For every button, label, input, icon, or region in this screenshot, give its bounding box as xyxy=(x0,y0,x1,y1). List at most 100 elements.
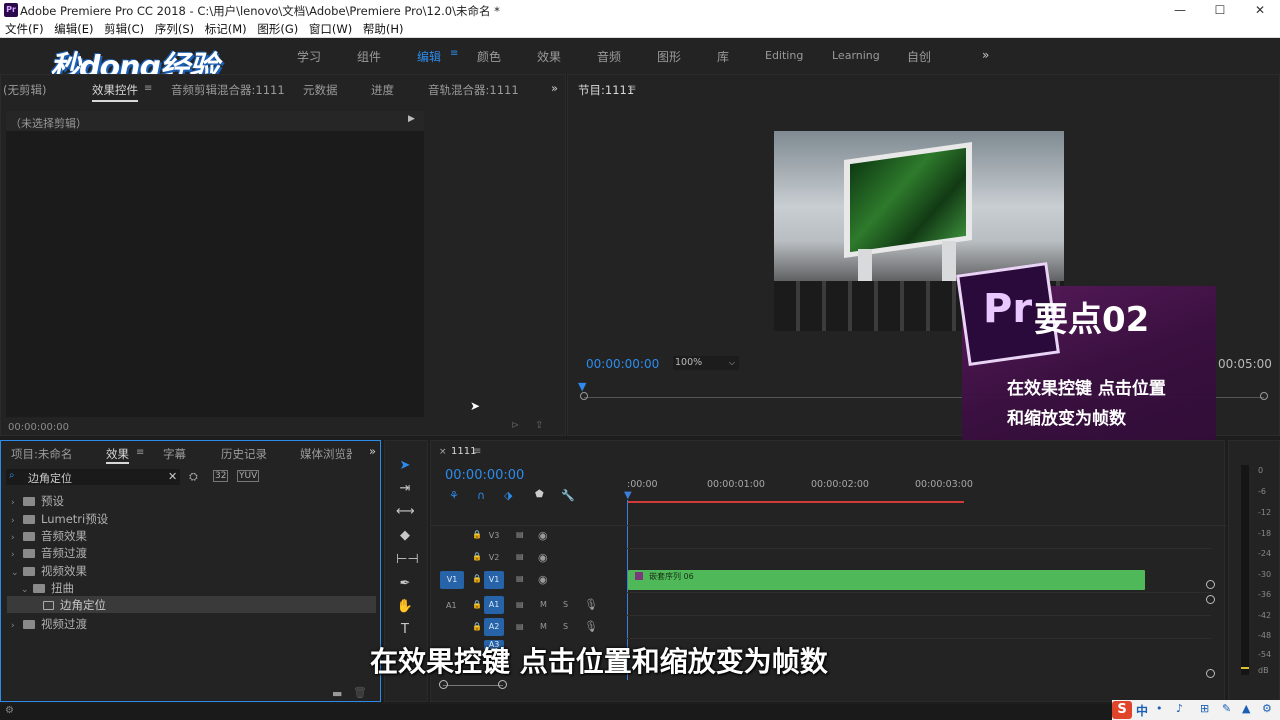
pen-tool-icon[interactable]: ✒ xyxy=(396,575,414,593)
snap-magnet-icon[interactable]: ∩ xyxy=(477,489,485,502)
program-monitor-title[interactable]: 节目:1111 xyxy=(578,82,634,98)
minimize-button[interactable]: — xyxy=(1160,0,1200,20)
hand-tool-icon[interactable]: ✋ xyxy=(396,598,414,616)
effects-more-icon[interactable]: » xyxy=(369,444,376,458)
tree-item-presets[interactable]: › 预设 xyxy=(11,493,64,509)
menu-clip[interactable]: 剪辑(C) xyxy=(102,20,146,38)
tree-item-video-transitions[interactable]: › 视频过渡 xyxy=(11,616,87,632)
wrench-icon[interactable]: 🔧 xyxy=(561,489,575,502)
microphone-icon[interactable]: 🎙 xyxy=(584,598,598,611)
export-icon[interactable]: ⇪ xyxy=(535,420,543,431)
h-zoom-handle-left[interactable] xyxy=(439,680,448,689)
filter-icon[interactable]: ⊳ xyxy=(511,420,519,431)
razor-tool-icon[interactable]: ◆ xyxy=(396,527,414,545)
tree-item-corner-pin[interactable]: 边角定位 xyxy=(39,597,106,613)
workspace-editing[interactable]: 编辑 xyxy=(417,48,441,65)
accelerated-effects-icon[interactable]: ⛭ xyxy=(189,470,198,484)
workspace-color[interactable]: 颜色 xyxy=(477,48,501,65)
track-v2[interactable]: V2 xyxy=(484,549,504,567)
panel-menu-icon[interactable]: ≡ xyxy=(144,83,152,94)
menu-sequence[interactable]: 序列(S) xyxy=(153,20,196,38)
audio-scroll-handle[interactable] xyxy=(1206,669,1215,678)
workspace-libraries[interactable]: 库 xyxy=(717,48,729,65)
menu-graphics[interactable]: 图形(G) xyxy=(255,20,300,38)
eye-icon[interactable]: ◉ xyxy=(538,551,548,564)
track-select-tool-icon[interactable]: ⇥ xyxy=(396,480,414,498)
timeline-clip[interactable]: 嵌套序列 06 xyxy=(628,570,1145,590)
ime-handwrite-icon[interactable]: ✎ xyxy=(1222,702,1231,715)
tab-metadata[interactable]: 元数据 xyxy=(303,82,338,98)
menu-window[interactable]: 窗口(W) xyxy=(307,20,354,38)
new-folder-icon[interactable]: ▬ xyxy=(332,687,342,700)
eye-icon[interactable]: ◉ xyxy=(538,573,548,586)
timeline-timecode[interactable]: 00:00:00:00 xyxy=(445,468,524,483)
sync-lock-icon[interactable]: ▤ xyxy=(516,574,524,583)
effects-search-box[interactable]: ⌕ 边角定位 ✕ xyxy=(6,469,180,485)
timeline-marker-icon[interactable]: ⬟ xyxy=(535,489,544,500)
track-a2[interactable]: A2 xyxy=(484,618,504,636)
track-v1[interactable]: V1 xyxy=(484,571,504,589)
ime-punct-icon[interactable]: • xyxy=(1156,702,1163,715)
tab-history[interactable]: 历史记录 xyxy=(221,446,267,462)
expand-arrow-icon[interactable]: ▶ xyxy=(408,114,415,124)
microphone-icon[interactable]: 🎙 xyxy=(584,620,598,633)
tree-item-video-effects[interactable]: ⌄ 视频效果 xyxy=(11,563,87,579)
ime-skin-icon[interactable]: ▲ xyxy=(1242,702,1250,715)
tree-item-audio-transitions[interactable]: › 音频过渡 xyxy=(11,545,87,561)
tab-effects[interactable]: 效果 xyxy=(106,446,129,464)
program-menu-icon[interactable]: ≡ xyxy=(628,83,636,94)
workspace-menu-icon[interactable]: ≡ xyxy=(450,48,458,59)
linked-selection-icon[interactable]: ⬗ xyxy=(504,489,512,502)
tab-progress[interactable]: 进度 xyxy=(371,82,394,98)
menu-help[interactable]: 帮助(H) xyxy=(361,20,406,38)
sync-lock-icon[interactable]: ▤ xyxy=(516,552,524,561)
workspace-effects[interactable]: 效果 xyxy=(537,48,561,65)
panel-more-icon[interactable]: » xyxy=(551,81,558,95)
ime-voice-icon[interactable]: ♪ xyxy=(1176,702,1183,715)
workspace-more-icon[interactable]: » xyxy=(982,48,989,62)
tree-item-lumetri-presets[interactable]: › Lumetri预设 xyxy=(11,511,108,527)
ime-settings-icon[interactable]: ⚙ xyxy=(1262,702,1272,715)
program-timecode[interactable]: 00:00:00:00 xyxy=(586,357,659,371)
source-patch-a1[interactable]: A1 xyxy=(446,601,457,610)
workspace-graphics[interactable]: 图形 xyxy=(657,48,681,65)
playhead-marker-icon[interactable]: ▼ xyxy=(578,380,586,393)
tab-track-mixer[interactable]: 音轨混合器:1111 xyxy=(428,82,519,98)
ripple-edit-tool-icon[interactable]: ⟷ xyxy=(396,503,415,521)
track-a1[interactable]: A1 xyxy=(484,596,504,614)
ime-language[interactable]: 中 xyxy=(1136,702,1148,719)
nest-toggle-icon[interactable]: ⚘ xyxy=(449,489,459,502)
workspace-editing-en[interactable]: Editing xyxy=(765,49,803,62)
tab-source[interactable]: (无剪辑) xyxy=(3,82,46,98)
tab-media-browser[interactable]: 媒体浏览器 xyxy=(300,446,352,462)
h-zoom-bar[interactable] xyxy=(443,685,503,686)
lock-icon[interactable]: 🔒 xyxy=(472,574,482,583)
lock-icon[interactable]: 🔒 xyxy=(472,530,482,539)
32bit-effects-icon[interactable]: 32 xyxy=(213,470,229,482)
workspace-learn[interactable]: 学习 xyxy=(297,48,321,65)
effects-menu-icon[interactable]: ≡ xyxy=(136,447,144,458)
sync-lock-icon[interactable]: ▤ xyxy=(516,600,524,609)
work-area-bar[interactable] xyxy=(628,501,964,503)
selection-tool-icon[interactable]: ➤ xyxy=(396,457,414,475)
clear-search-icon[interactable]: ✕ xyxy=(168,470,177,483)
mute-icon[interactable]: M xyxy=(540,622,547,631)
delete-icon[interactable]: 🗑 xyxy=(353,686,367,699)
menu-file[interactable]: 文件(F) xyxy=(3,20,46,38)
tab-audio-clip-mixer[interactable]: 音频剪辑混合器:1111 xyxy=(171,82,285,98)
solo-icon[interactable]: S xyxy=(563,622,568,631)
track-v3[interactable]: V3 xyxy=(484,527,504,545)
maximize-button[interactable]: ☐ xyxy=(1200,0,1240,20)
menu-marker[interactable]: 标记(M) xyxy=(203,20,249,38)
type-tool-icon[interactable]: T xyxy=(396,621,414,639)
source-patch-v1[interactable]: V1 xyxy=(440,571,464,589)
close-button[interactable]: ✕ xyxy=(1240,0,1280,20)
lock-icon[interactable]: 🔒 xyxy=(472,622,482,631)
sogou-ime-icon[interactable]: S xyxy=(1112,701,1132,719)
tab-captions[interactable]: 字幕 xyxy=(163,446,186,462)
tab-effect-controls[interactable]: 效果控件 xyxy=(92,82,138,102)
workspace-assembly[interactable]: 组件 xyxy=(357,48,381,65)
scrub-end-handle[interactable] xyxy=(1260,392,1268,400)
ime-keyboard-icon[interactable]: ⊞ xyxy=(1200,702,1209,715)
workspace-custom[interactable]: 自创 xyxy=(907,48,931,65)
